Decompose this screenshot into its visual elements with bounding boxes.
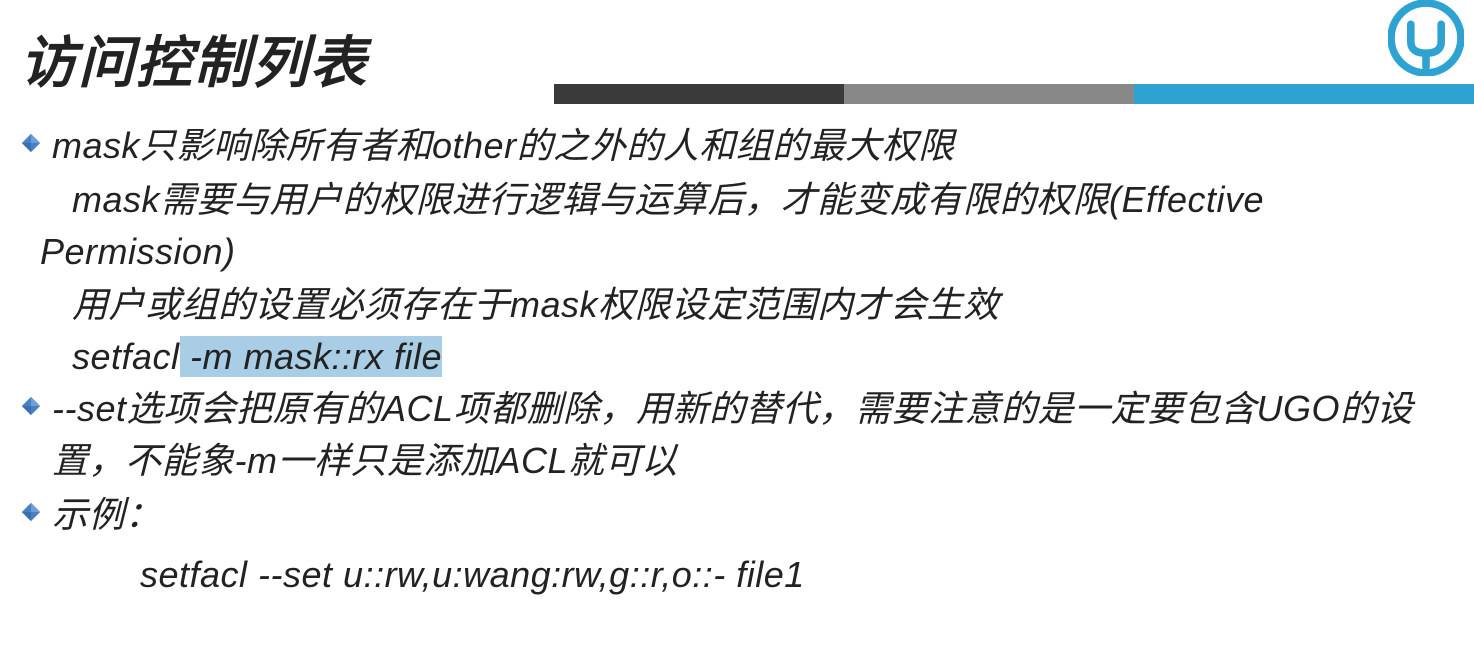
diamond-icon [20, 132, 42, 154]
slide-container: 访问控制列表 mask只影响除所有者和other的之外的人和组的最大权限 [0, 0, 1474, 662]
bullet-1-sub-a: mask需要与用户的权限进行逻辑与运算后，才能变成有限的权限(Effective [72, 174, 1454, 226]
divider-bars [554, 84, 1474, 104]
bar-dark [554, 84, 844, 104]
bullet-item-1: mask只影响除所有者和other的之外的人和组的最大权限 [20, 120, 1454, 172]
logo-icon [1388, 0, 1464, 76]
bullet-1-sub-b: Permission) [40, 226, 1454, 278]
diamond-icon [20, 501, 42, 523]
setfacl-cmd-highlight: -m mask::rx file [180, 336, 443, 377]
bar-mid [844, 84, 1134, 104]
bullet-2-text: --set选项会把原有的ACL项都删除，用新的替代，需要注意的是一定要包含UGO… [52, 383, 1454, 487]
bullet-1-sub-c: 用户或组的设置必须存在于mask权限设定范围内才会生效 [72, 279, 1454, 331]
diamond-icon [20, 395, 42, 417]
content: mask只影响除所有者和other的之外的人和组的最大权限 mask需要与用户的… [0, 110, 1474, 605]
bar-blue [1134, 84, 1474, 104]
page-title: 访问控制列表 [20, 18, 368, 99]
bullet-item-2: --set选项会把原有的ACL项都删除，用新的替代，需要注意的是一定要包含UGO… [20, 383, 1454, 487]
bullet-3-code: setfacl --set u::rw,u:wang:rw,g::r,o::- … [140, 544, 1454, 605]
bullet-1-sub-d: setfacl -m mask::rx file [72, 331, 1454, 383]
setfacl-cmd-prefix: setfacl [72, 336, 180, 377]
bullet-3-label: 示例： [52, 489, 162, 541]
bullet-1-text: mask只影响除所有者和other的之外的人和组的最大权限 [52, 120, 955, 172]
bullet-item-3: 示例： [20, 489, 1454, 541]
header: 访问控制列表 [0, 0, 1474, 110]
